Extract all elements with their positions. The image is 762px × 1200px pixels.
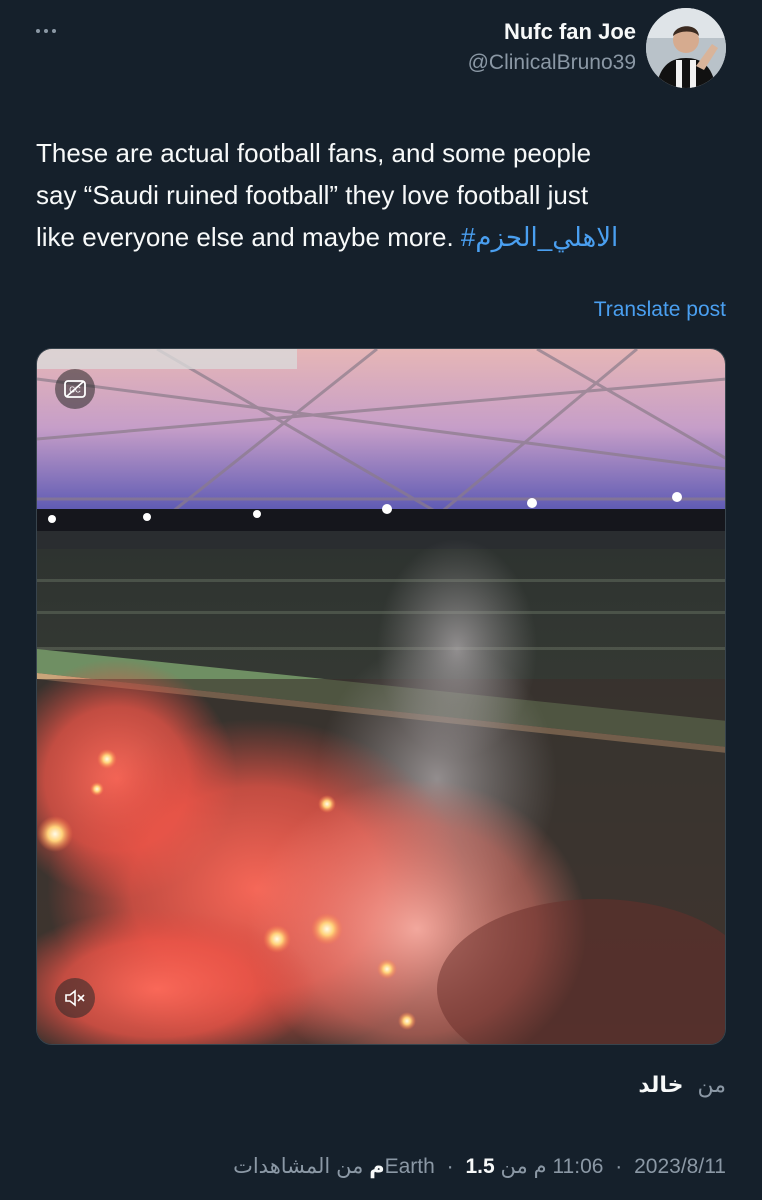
tweet-detail: Nufc fan Joe @ClinicalBruno39 These are … <box>0 0 762 1200</box>
separator-dot: · <box>446 1155 454 1178</box>
speaker-muted-icon[interactable] <box>55 978 95 1018</box>
from-name[interactable]: خالد <box>638 1072 683 1098</box>
author-handle[interactable]: @ClinicalBruno39 <box>468 48 636 78</box>
tweet-text-line: like everyone else and maybe more. #الاه… <box>36 216 726 258</box>
translate-post-link[interactable]: Translate post <box>594 298 726 322</box>
author-identity[interactable]: Nufc fan Joe @ClinicalBruno39 <box>468 18 636 78</box>
views-label: من المشاهدات <box>233 1155 364 1178</box>
tweet-text-fragment: like everyone else and maybe more. <box>36 222 454 252</box>
tweet-meta: 2023/8/11 · 11:06 م من Earth · 1.5م من ا… <box>233 1154 726 1179</box>
avatar-image <box>646 8 726 88</box>
stadium-video-frame <box>37 349 725 1044</box>
from-label: من <box>697 1072 726 1097</box>
closed-captions-off-icon[interactable]: CC <box>55 369 95 409</box>
tweet-text: These are actual football fans, and some… <box>36 132 726 258</box>
hashtag-link[interactable]: #الاهلي_الحزم <box>461 222 618 252</box>
more-options-icon[interactable] <box>36 18 72 44</box>
tweet-time-location[interactable]: 11:06 م من Earth <box>385 1155 604 1178</box>
tweet-text-line: say “Saudi ruined football” they love fo… <box>36 180 589 210</box>
avatar[interactable] <box>646 8 726 88</box>
author-display-name[interactable]: Nufc fan Joe <box>468 18 636 46</box>
translation-attribution: من خالد <box>638 1072 726 1098</box>
video-player[interactable]: CC <box>36 348 726 1045</box>
tweet-text-line: These are actual football fans, and some… <box>36 138 592 168</box>
separator-dot: · <box>615 1155 623 1178</box>
tweet-date[interactable]: 2023/8/11 <box>634 1155 726 1178</box>
